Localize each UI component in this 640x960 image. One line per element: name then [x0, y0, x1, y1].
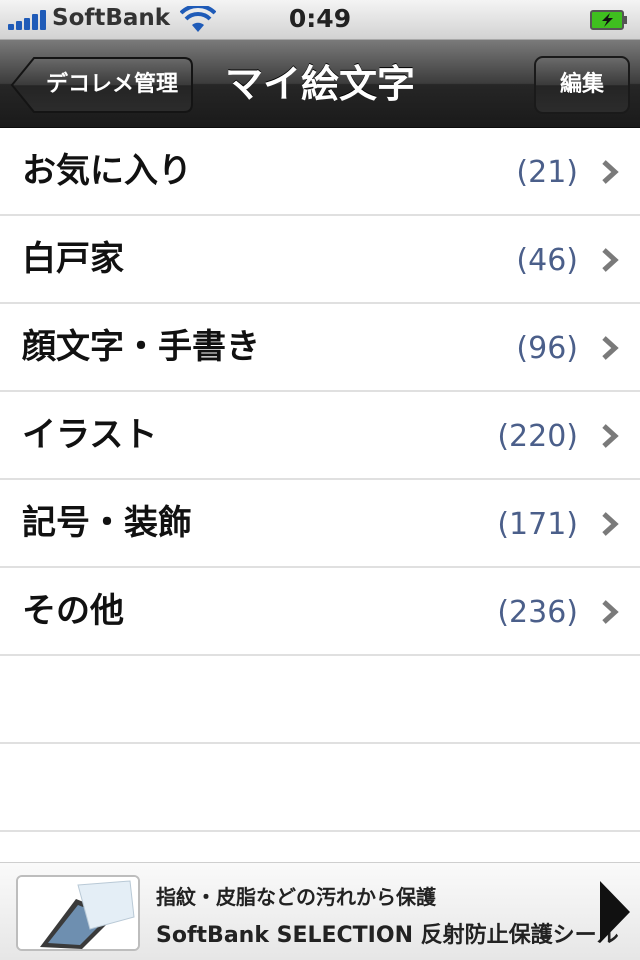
- back-button[interactable]: デコレメ管理: [10, 56, 194, 114]
- chevron-right-icon: [602, 512, 619, 536]
- list-item-count: (171): [497, 507, 578, 542]
- chevron-right-icon: [602, 424, 619, 448]
- list-item-count: (96): [516, 331, 578, 366]
- chevron-right-icon: [602, 600, 619, 624]
- back-button-label: デコレメ管理: [45, 72, 178, 97]
- edit-button[interactable]: 編集: [534, 56, 630, 114]
- list-empty-row: [0, 744, 640, 832]
- list-item-label: その他: [22, 591, 124, 631]
- status-time: 0:49: [288, 4, 352, 33]
- list-item-count: (236): [497, 595, 578, 630]
- ad-banner[interactable]: 指紋・皮脂などの汚れから保護 SoftBank SELECTION 反射防止保護…: [0, 862, 640, 960]
- list-item-illust[interactable]: イラスト (220): [0, 392, 640, 480]
- list-item-label: イラスト: [22, 415, 158, 455]
- list-item-count: (21): [516, 155, 578, 190]
- chevron-right-icon: [602, 336, 619, 360]
- list-item-symbols[interactable]: 記号・装飾 (171): [0, 480, 640, 568]
- chevron-right-icon: [602, 248, 619, 272]
- status-bar: SoftBank 0:49: [0, 0, 640, 40]
- list-item-shirotoke[interactable]: 白戸家 (46): [0, 216, 640, 304]
- navigation-bar: デコレメ管理 マイ絵文字 編集: [0, 40, 640, 128]
- list-item-label: 白戸家: [22, 239, 124, 279]
- list-item-kaomoji[interactable]: 顔文字・手書き (96): [0, 304, 640, 392]
- ad-text-line1: 指紋・皮脂などの汚れから保護: [156, 885, 436, 909]
- list-item-count: (46): [516, 243, 578, 278]
- list-empty-row: [0, 656, 640, 744]
- play-arrow-icon: [600, 881, 630, 943]
- list-item-label: お気に入り: [22, 151, 192, 191]
- ad-text-line2: SoftBank SELECTION 反射防止保護シール: [156, 923, 619, 948]
- chevron-right-icon: [602, 160, 619, 184]
- list-item-label: 顔文字・手書き: [22, 327, 260, 367]
- list-item-label: 記号・装飾: [22, 503, 192, 543]
- list-item-other[interactable]: その他 (236): [0, 568, 640, 656]
- battery-charging-icon: [590, 10, 627, 30]
- list-item-favorites[interactable]: お気に入り (21): [0, 128, 640, 216]
- ad-product-image: [16, 875, 140, 951]
- list-item-count: (220): [497, 419, 578, 454]
- emoji-category-list: お気に入り (21) 白戸家 (46) 顔文字・手書き (96) イラスト (2…: [0, 128, 640, 832]
- page-title: マイ絵文字: [224, 62, 415, 106]
